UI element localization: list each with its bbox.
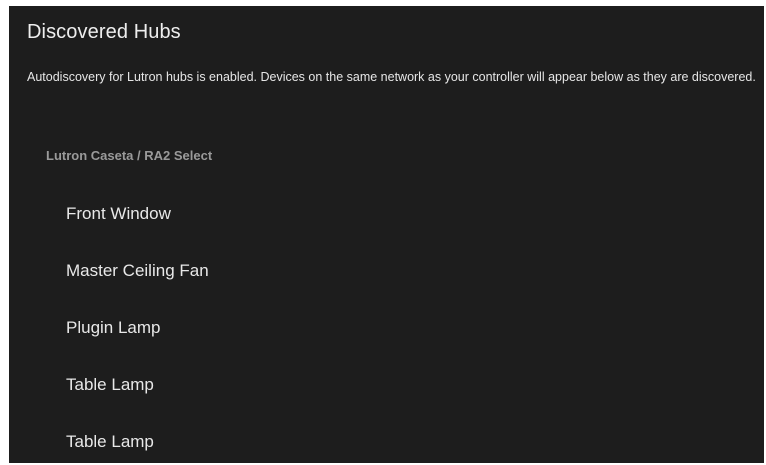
device-label: Table Lamp — [66, 431, 154, 451]
device-label: Master Ceiling Fan — [66, 260, 209, 280]
screenshot-frame: Discovered Hubs Autodiscovery for Lutron… — [0, 0, 766, 465]
device-list: Front Window Master Ceiling Fan Plugin L… — [9, 186, 764, 463]
hub-section-header: Lutron Caseta / RA2 Select — [46, 148, 213, 163]
device-label: Plugin Lamp — [66, 317, 161, 337]
device-item-front-window[interactable]: Front Window — [9, 186, 764, 243]
autodiscovery-description: Autodiscovery for Lutron hubs is enabled… — [27, 70, 756, 84]
device-item-master-ceiling-fan[interactable]: Master Ceiling Fan — [9, 243, 764, 300]
device-label: Front Window — [66, 203, 171, 223]
device-label: Table Lamp — [66, 374, 154, 394]
discovered-hubs-panel: Discovered Hubs Autodiscovery for Lutron… — [9, 6, 764, 463]
device-item-table-lamp-2[interactable]: Table Lamp — [9, 414, 764, 463]
device-item-plugin-lamp[interactable]: Plugin Lamp — [9, 300, 764, 357]
device-item-table-lamp-1[interactable]: Table Lamp — [9, 357, 764, 414]
page-title: Discovered Hubs — [27, 21, 181, 43]
